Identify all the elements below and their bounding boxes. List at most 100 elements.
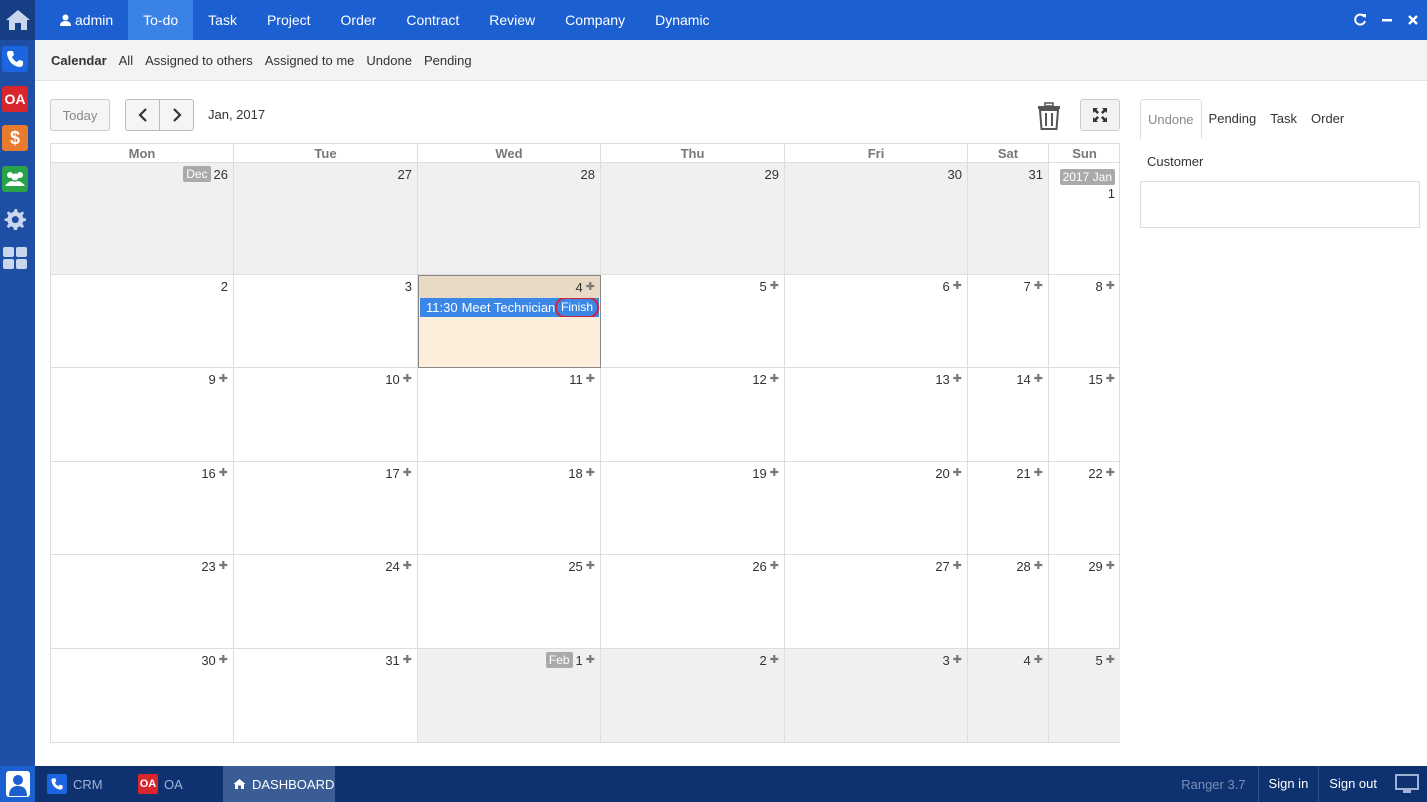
- day-cell[interactable]: 4 ✚: [968, 649, 1049, 742]
- add-event-icon[interactable]: ✚: [1034, 560, 1043, 572]
- add-event-icon[interactable]: ✚: [953, 373, 962, 385]
- day-cell[interactable]: 29: [601, 163, 785, 275]
- day-cell[interactable]: 23 ✚: [51, 555, 234, 649]
- day-cell[interactable]: 24 ✚: [234, 555, 418, 649]
- day-cell[interactable]: 2 ✚: [601, 649, 785, 742]
- add-event-icon[interactable]: ✚: [586, 467, 595, 479]
- subnav-all[interactable]: All: [119, 53, 133, 68]
- subnav-assigned-to-me[interactable]: Assigned to me: [265, 53, 355, 68]
- day-cell[interactable]: 30: [785, 163, 968, 275]
- add-event-icon[interactable]: ✚: [403, 560, 412, 572]
- taskbar-dashboard[interactable]: DASHBOARD: [223, 766, 335, 802]
- day-cell[interactable]: 31 ✚: [234, 649, 418, 742]
- day-cell[interactable]: 13 ✚: [785, 368, 968, 462]
- oa-button[interactable]: OA: [2, 86, 28, 112]
- day-cell[interactable]: 29 ✚: [1049, 555, 1120, 649]
- add-event-icon[interactable]: ✚: [403, 467, 412, 479]
- crm-phone-button[interactable]: [2, 46, 28, 72]
- add-event-icon[interactable]: ✚: [586, 281, 595, 293]
- nav-contract[interactable]: Contract: [391, 0, 474, 40]
- day-cell[interactable]: 19 ✚: [601, 462, 785, 555]
- add-event-icon[interactable]: ✚: [953, 280, 962, 292]
- fullscreen-button[interactable]: [1080, 99, 1120, 131]
- day-cell[interactable]: 20 ✚: [785, 462, 968, 555]
- add-event-icon[interactable]: ✚: [770, 280, 779, 292]
- day-cell[interactable]: 15 ✚: [1049, 368, 1120, 462]
- refresh-icon[interactable]: [1353, 13, 1367, 27]
- day-cell[interactable]: 18 ✚: [418, 462, 601, 555]
- add-event-icon[interactable]: ✚: [1106, 373, 1115, 385]
- day-cell[interactable]: 4 ✚ 11:30 Meet Technician Finish: [418, 275, 601, 368]
- add-event-icon[interactable]: ✚: [1106, 654, 1115, 666]
- day-cell[interactable]: 5 ✚: [1049, 649, 1120, 742]
- day-cell[interactable]: 9 ✚: [51, 368, 234, 462]
- add-event-icon[interactable]: ✚: [1034, 280, 1043, 292]
- add-event-icon[interactable]: ✚: [586, 560, 595, 572]
- add-event-icon[interactable]: ✚: [770, 467, 779, 479]
- nav-review[interactable]: Review: [474, 0, 550, 40]
- add-event-icon[interactable]: ✚: [219, 467, 228, 479]
- day-cell[interactable]: 31: [968, 163, 1049, 275]
- sign-in-button[interactable]: Sign in: [1257, 766, 1319, 802]
- add-event-icon[interactable]: ✚: [770, 654, 779, 666]
- monitor-icon[interactable]: [1387, 766, 1427, 802]
- tab-task[interactable]: Task: [1263, 99, 1304, 139]
- add-event-icon[interactable]: ✚: [953, 560, 962, 572]
- nav-todo[interactable]: To-do: [128, 0, 194, 40]
- day-cell[interactable]: 12 ✚: [601, 368, 785, 462]
- add-event-icon[interactable]: ✚: [403, 654, 412, 666]
- nav-task[interactable]: Task: [193, 0, 252, 40]
- close-icon[interactable]: [1407, 14, 1419, 26]
- day-cell[interactable]: 27 ✚: [785, 555, 968, 649]
- day-cell[interactable]: 25 ✚: [418, 555, 601, 649]
- apps-button[interactable]: [2, 245, 28, 271]
- customer-box[interactable]: [1140, 181, 1420, 228]
- day-cell[interactable]: 10 ✚: [234, 368, 418, 462]
- day-cell[interactable]: 21 ✚: [968, 462, 1049, 555]
- tab-undone[interactable]: Undone: [1140, 99, 1202, 139]
- settings-button[interactable]: [2, 206, 28, 232]
- trash-button[interactable]: [1035, 101, 1063, 131]
- add-event-icon[interactable]: ✚: [953, 467, 962, 479]
- tab-pending[interactable]: Pending: [1202, 99, 1264, 139]
- add-event-icon[interactable]: ✚: [1106, 560, 1115, 572]
- day-cell[interactable]: 5 ✚: [601, 275, 785, 368]
- day-cell[interactable]: 26 ✚: [601, 555, 785, 649]
- day-cell[interactable]: 7 ✚: [968, 275, 1049, 368]
- add-event-icon[interactable]: ✚: [219, 560, 228, 572]
- finance-button[interactable]: $: [2, 125, 28, 151]
- team-button[interactable]: [2, 166, 28, 192]
- taskbar-crm[interactable]: CRM: [37, 766, 125, 802]
- day-cell[interactable]: 14 ✚: [968, 368, 1049, 462]
- today-button[interactable]: Today: [50, 99, 110, 131]
- finish-button[interactable]: Finish: [554, 298, 599, 317]
- sign-out-button[interactable]: Sign out: [1318, 766, 1387, 802]
- day-cell[interactable]: 11 ✚: [418, 368, 601, 462]
- tab-order[interactable]: Order: [1304, 99, 1351, 139]
- taskbar-oa[interactable]: OA OA: [128, 766, 220, 802]
- day-cell[interactable]: 3: [234, 275, 418, 368]
- add-event-icon[interactable]: ✚: [953, 654, 962, 666]
- add-event-icon[interactable]: ✚: [1034, 654, 1043, 666]
- day-cell[interactable]: 8 ✚: [1049, 275, 1120, 368]
- nav-project[interactable]: Project: [252, 0, 326, 40]
- subnav-calendar[interactable]: Calendar: [51, 53, 107, 68]
- add-event-icon[interactable]: ✚: [219, 654, 228, 666]
- add-event-icon[interactable]: ✚: [1034, 373, 1043, 385]
- day-cell[interactable]: Dec 26: [51, 163, 234, 275]
- add-event-icon[interactable]: ✚: [586, 654, 595, 666]
- subnav-assigned-to-others[interactable]: Assigned to others: [145, 53, 253, 68]
- nav-dynamic[interactable]: Dynamic: [640, 0, 724, 40]
- day-cell[interactable]: 2: [51, 275, 234, 368]
- add-event-icon[interactable]: ✚: [770, 560, 779, 572]
- day-cell[interactable]: 27: [234, 163, 418, 275]
- subnav-undone[interactable]: Undone: [366, 53, 412, 68]
- add-event-icon[interactable]: ✚: [770, 373, 779, 385]
- home-button[interactable]: [0, 0, 35, 40]
- add-event-icon[interactable]: ✚: [1106, 467, 1115, 479]
- day-cell[interactable]: Feb 1 ✚: [418, 649, 601, 742]
- next-month-button[interactable]: [159, 99, 194, 131]
- day-cell[interactable]: 17 ✚: [234, 462, 418, 555]
- day-cell[interactable]: 6 ✚: [785, 275, 968, 368]
- avatar[interactable]: [0, 766, 35, 802]
